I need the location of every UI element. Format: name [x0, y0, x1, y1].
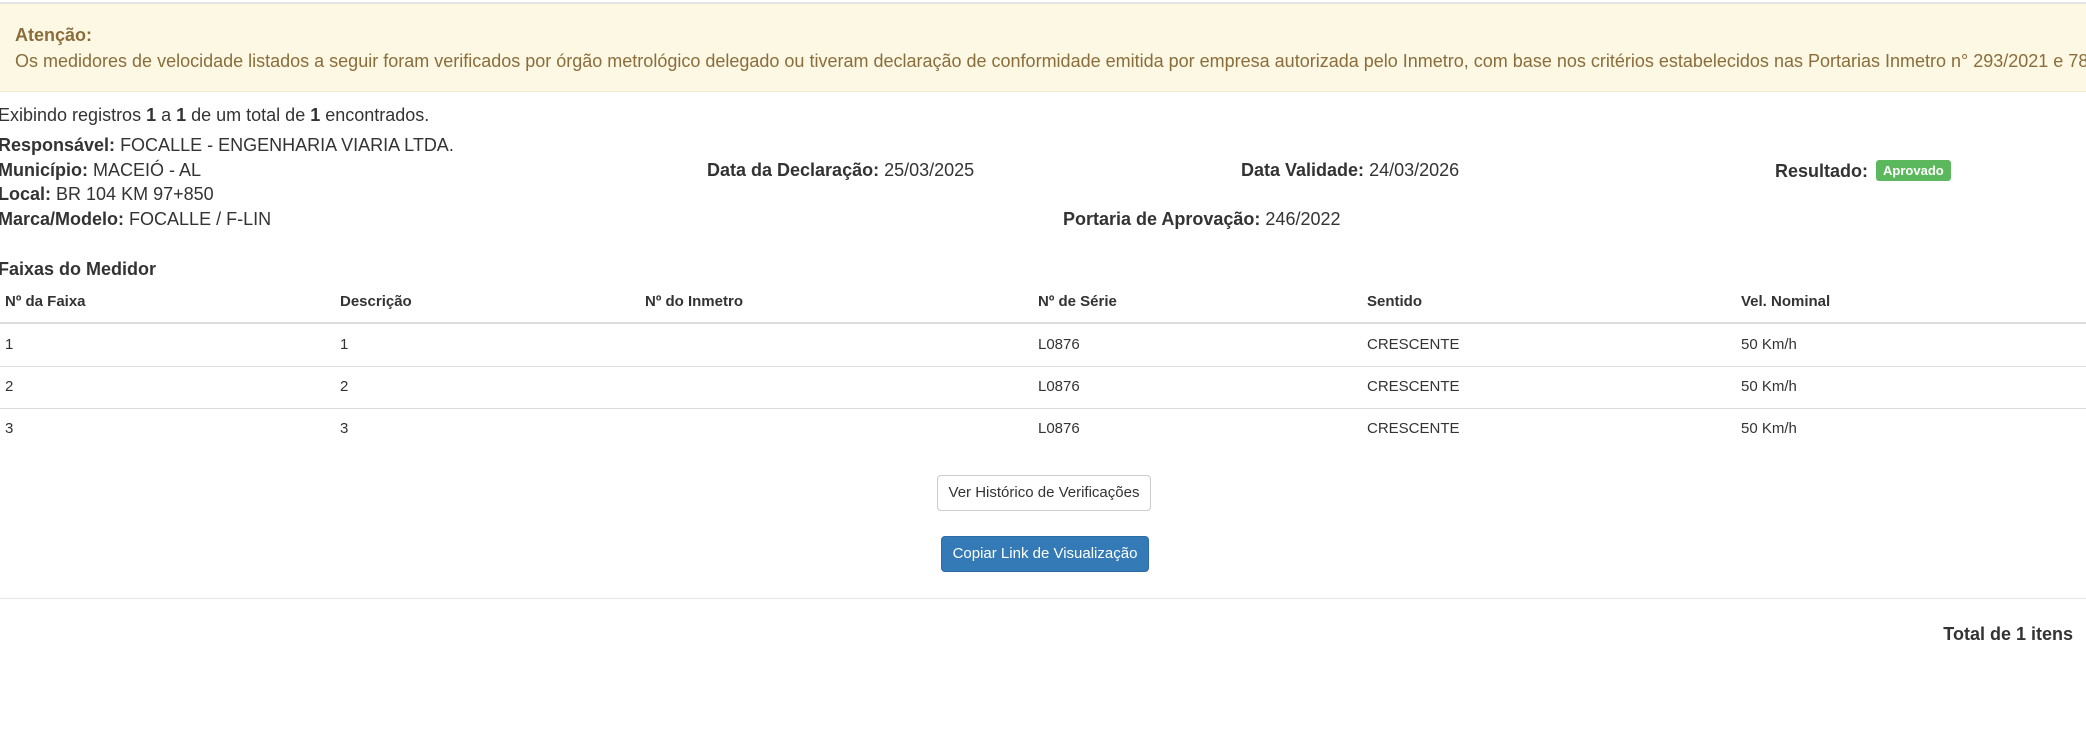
footer-divider — [0, 598, 2086, 599]
records-prefix: Exibindo registros — [0, 105, 147, 125]
records-total: 1 — [310, 105, 321, 125]
cell-descricao: 1 — [340, 336, 349, 353]
marca-modelo-label: Marca/Modelo: — [0, 209, 125, 229]
cell-sentido: CRESCENTE — [1367, 336, 1460, 353]
responsavel-label: Responsável: — [0, 135, 116, 155]
responsavel-field: Responsável: FOCALLE - ENGENHARIA VIARIA… — [0, 135, 454, 156]
data-declaracao-field: Data da Declaração: 25/03/2025 — [707, 160, 974, 181]
data-declaracao-label: Data da Declaração: — [707, 160, 880, 180]
cell-descricao: 2 — [340, 378, 349, 395]
page: Atenção: Os medidores de velocidade list… — [0, 0, 2086, 756]
local-field: Local: BR 104 KM 97+850 — [0, 184, 214, 205]
local-label: Local: — [0, 184, 52, 204]
header-vel-nominal: Vel. Nominal — [1741, 293, 1831, 310]
attention-alert: Atenção: Os medidores de velocidade list… — [0, 2, 2086, 92]
total-items: Total de 1 itens — [1943, 624, 2073, 644]
portaria-field: Portaria de Aprovação: 246/2022 — [1063, 209, 1341, 230]
cell-sentido: CRESCENTE — [1367, 378, 1460, 395]
data-validade-label: Data Validade: — [1241, 160, 1365, 180]
data-declaracao-value: 25/03/2025 — [884, 160, 975, 180]
records-from: 1 — [146, 105, 157, 125]
records-suffix: encontrados. — [320, 105, 430, 125]
responsavel-value: FOCALLE - ENGENHARIA VIARIA LTDA. — [120, 135, 454, 155]
row-divider — [0, 366, 2086, 367]
marca-modelo-field: Marca/Modelo: FOCALLE / F-LIN — [0, 209, 271, 230]
status-badge: Aprovado — [1876, 160, 1951, 181]
cell-serie: L0876 — [1038, 378, 1080, 395]
cell-vel-nominal: 50 Km/h — [1741, 420, 1797, 437]
portaria-value: 246/2022 — [1265, 209, 1341, 229]
lanes-section-title: Faixas do Medidor — [0, 259, 157, 279]
resultado-field: Resultado: Aprovado — [1775, 160, 1951, 182]
records-middle-1: a — [156, 105, 177, 125]
data-validade-field: Data Validade: 24/03/2026 — [1241, 160, 1459, 181]
header-sentido: Sentido — [1367, 293, 1422, 310]
cell-serie: L0876 — [1038, 420, 1080, 437]
cell-faixa: 3 — [5, 420, 14, 437]
records-to: 1 — [176, 105, 187, 125]
local-value: BR 104 KM 97+850 — [56, 184, 214, 204]
records-summary: Exibindo registros 1 a 1 de um total de … — [0, 105, 429, 126]
copy-link-button[interactable]: Copiar Link de Visualização — [941, 536, 1149, 572]
cell-vel-nominal: 50 Km/h — [1741, 336, 1797, 353]
marca-modelo-value: FOCALLE / F-LIN — [129, 209, 272, 229]
header-inmetro: Nº do Inmetro — [645, 293, 743, 310]
cell-sentido: CRESCENTE — [1367, 420, 1460, 437]
resultado-label: Resultado: — [1775, 161, 1869, 181]
cell-faixa: 2 — [5, 378, 14, 395]
view-history-button[interactable]: Ver Histórico de Verificações — [937, 475, 1151, 511]
table-header-divider — [0, 322, 2086, 324]
records-middle-2: de um total de — [186, 105, 311, 125]
portaria-label: Portaria de Aprovação: — [1063, 209, 1261, 229]
alert-message: Os medidores de velocidade listados a se… — [15, 51, 2086, 71]
row-divider — [0, 408, 2086, 409]
cell-descricao: 3 — [340, 420, 349, 437]
cell-serie: L0876 — [1038, 336, 1080, 353]
municipio-label: Município: — [0, 160, 88, 180]
cell-vel-nominal: 50 Km/h — [1741, 378, 1797, 395]
municipio-field: Município: MACEIÓ - AL — [0, 160, 201, 181]
header-descricao: Descrição — [340, 293, 412, 310]
data-validade-value: 24/03/2026 — [1369, 160, 1460, 180]
alert-title: Atenção: — [15, 25, 93, 45]
header-serie: Nº de Série — [1038, 293, 1117, 310]
municipio-value: MACEIÓ - AL — [93, 160, 202, 180]
cell-faixa: 1 — [5, 336, 14, 353]
header-faixa: Nº da Faixa — [5, 293, 86, 310]
